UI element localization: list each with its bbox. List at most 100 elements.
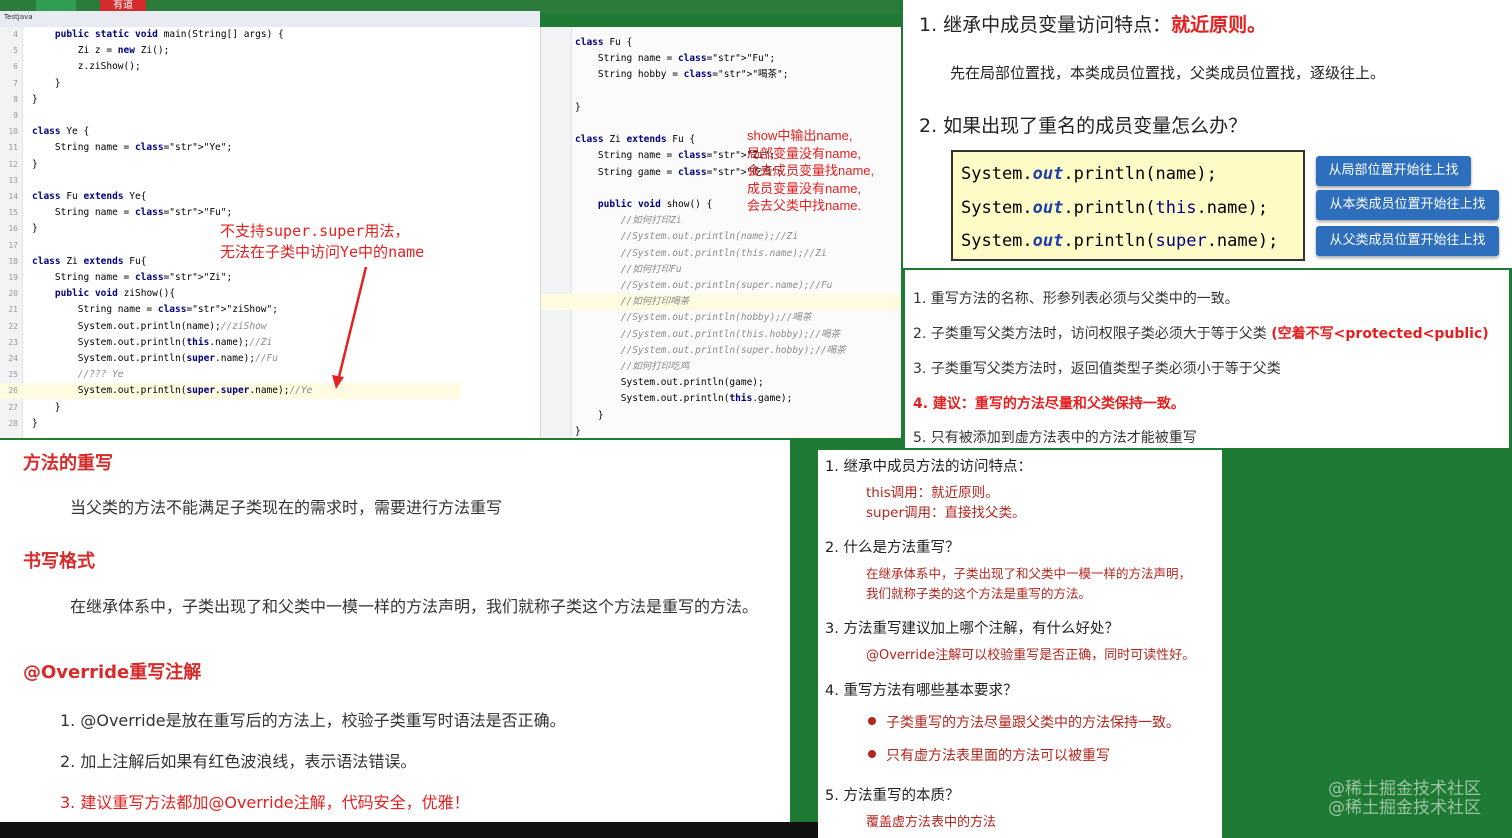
code-line[interactable]: //如何打印喝茶 bbox=[541, 294, 901, 311]
code-line[interactable]: //System.out.println(super.hobby);//喝茶 bbox=[541, 343, 901, 359]
code-line-1: System.out.println(name); bbox=[961, 164, 1217, 184]
code-line[interactable]: String name = class="str">"Fu"; bbox=[541, 51, 901, 67]
code-line[interactable]: 8} bbox=[0, 92, 460, 108]
code-line[interactable]: //System.out.println(this.name);//Zi bbox=[541, 246, 901, 262]
code-line[interactable]: 13 bbox=[0, 173, 460, 189]
code-line[interactable]: 23 System.out.println(this.name);//Zi bbox=[0, 335, 460, 351]
code-line[interactable]: 10 class Ye { bbox=[0, 124, 460, 140]
code-text: String name = class="str">"Ye"; bbox=[32, 142, 233, 154]
this-scope-button[interactable]: 从本类成员位置开始往上找 bbox=[1316, 190, 1499, 220]
code-text: //System.out.println(name);//Zi bbox=[620, 231, 799, 243]
file-tab[interactable]: TestJava bbox=[4, 13, 33, 21]
code-line[interactable]: 24 System.out.println(super.name);//Fu bbox=[0, 351, 460, 367]
local-scope-button[interactable]: 从局部位置开始往上找 bbox=[1316, 156, 1471, 186]
code-line[interactable]: //如何打印吃鸡 bbox=[541, 359, 901, 375]
code-line[interactable]: 28} bbox=[0, 416, 460, 432]
line-number: 24 bbox=[8, 354, 18, 363]
heading-annotation: @Override重写注解 bbox=[23, 662, 202, 683]
code-text: System.out.println(this.name);//Zi bbox=[32, 336, 273, 348]
code-line[interactable]: System.out.println(game); bbox=[541, 375, 901, 391]
code-line[interactable]: class Fu { bbox=[541, 35, 901, 51]
code-line[interactable]: 9 bbox=[0, 108, 460, 124]
super-scope-button[interactable]: 从父类成员位置开始往上找 bbox=[1316, 226, 1499, 256]
code-line[interactable]: 25 //??? Ye bbox=[0, 367, 460, 383]
code-line[interactable]: 11 String name = class="str">"Ye"; bbox=[0, 140, 460, 156]
answer-1a: this调用：就近原则。 bbox=[866, 485, 999, 501]
rule-1: 1. 重写方法的名称、形参列表必须与父类中的一致。 bbox=[913, 291, 1239, 307]
code-text: String name = class="str">"Zi"; bbox=[575, 150, 776, 162]
code-line[interactable]: 7 } bbox=[0, 76, 460, 92]
code-line[interactable]: System.out.println(this.game); bbox=[541, 391, 901, 407]
bottom-bar bbox=[0, 822, 820, 838]
bullet-icon bbox=[868, 717, 876, 725]
annotation-line-2: 无法在子类中访问Ye中的name bbox=[220, 243, 425, 261]
line-number: 5 bbox=[13, 46, 18, 56]
code-line[interactable]: 5 Zi z = new Zi(); bbox=[0, 43, 460, 59]
code-line[interactable]: 22 System.out.println(name);//ziShow bbox=[0, 319, 460, 335]
code-line[interactable]: 27 } bbox=[0, 400, 460, 416]
answer-3: @Override注解可以校验重写是否正确，同时可读性好。 bbox=[866, 648, 1196, 663]
code-line[interactable]: //如何打印Fu bbox=[541, 262, 901, 278]
code-text: } bbox=[575, 425, 581, 437]
code-line[interactable]: String hobby = class="str">"喝茶"; bbox=[541, 67, 901, 83]
code-text: public void ziShow(){ bbox=[54, 288, 176, 300]
code-line[interactable]: } bbox=[541, 408, 901, 424]
code-line[interactable]: 12} bbox=[0, 157, 460, 173]
annotation-line-1: 不支持super.super用法， bbox=[220, 222, 410, 240]
code-line[interactable]: //如何打印Zi bbox=[541, 213, 901, 229]
question-3: 3. 方法重写建议加上哪个注解，有什么好处？ bbox=[825, 621, 1119, 637]
code-text: //System.out.println(super.hobby);//喝茶 bbox=[620, 344, 846, 356]
code-line[interactable]: //System.out.println(this.hobby);//喝茶 bbox=[541, 327, 901, 343]
note-line: 会去父类中找name. bbox=[747, 198, 862, 213]
code-text: } bbox=[575, 101, 581, 113]
heading-format: 书写格式 bbox=[23, 551, 95, 572]
annotation-rule-2: 2. 加上注解后如果有红色波浪线，表示语法错误。 bbox=[60, 752, 417, 771]
code-line[interactable]: 20 public void ziShow(){ bbox=[0, 286, 460, 302]
line-number: 22 bbox=[8, 321, 18, 331]
code-text: //??? Ye bbox=[77, 369, 124, 381]
code-line[interactable]: } bbox=[541, 424, 901, 438]
code-editor-middle[interactable]: class Fu { String name = class="str">"Fu… bbox=[540, 27, 901, 438]
code-text: } bbox=[32, 417, 38, 429]
code-line[interactable]: 26 System.out.println(super.super.name);… bbox=[0, 383, 460, 400]
line-number: 10 bbox=[8, 127, 18, 137]
code-text: System.out.println(name);//ziShow bbox=[32, 320, 267, 332]
code-text: } bbox=[32, 93, 38, 105]
question-5: 5. 方法重写的本质？ bbox=[825, 788, 960, 804]
code-text: class Fu { bbox=[575, 37, 633, 48]
answer-4b: 只有虚方法表里面的方法可以被重写 bbox=[886, 748, 1110, 764]
line-number: 8 bbox=[13, 94, 18, 104]
line-number: 13 bbox=[8, 175, 18, 185]
code-line[interactable]: //System.out.println(name);//Zi bbox=[541, 229, 901, 245]
code-text: System.out.println(game); bbox=[575, 377, 764, 389]
red-arrow-icon bbox=[332, 266, 368, 389]
code-line[interactable] bbox=[541, 84, 901, 100]
code-text: public static void main(String[] args) { bbox=[54, 29, 284, 40]
code-text: System.out.println(super.name);//Fu bbox=[32, 353, 278, 364]
heading-1-text: 1. 继承中成员变量访问特点： bbox=[919, 14, 1172, 36]
code-line[interactable]: } bbox=[541, 100, 901, 116]
code-line[interactable]: 15 String name = class="str">"Fu"; bbox=[0, 205, 460, 221]
heading-override: 方法的重写 bbox=[23, 453, 113, 474]
code-line[interactable]: 19 String name = class="str">"Zi"; bbox=[0, 270, 460, 286]
line-number: 9 bbox=[13, 111, 18, 120]
code-line[interactable]: 6 z.ziShow(); bbox=[0, 59, 460, 75]
note-line: 会去成员变量找name, bbox=[747, 163, 875, 178]
code-line[interactable]: //System.out.println(hobby);//喝茶 bbox=[541, 310, 901, 326]
answer-5: 覆盖虚方法表中的方法 bbox=[866, 815, 997, 830]
code-line[interactable]: 21 String name = class="str">"ziShow"; bbox=[0, 302, 460, 318]
code-editor-left[interactable]: 4 public static void main(String[] args)… bbox=[0, 27, 540, 438]
show-output-note: show中输出name, 局部变量没有name, 会去成员变量找name, 成员变量没… bbox=[747, 127, 874, 215]
code-line[interactable]: 14 class Fu extends Ye{ bbox=[0, 189, 460, 205]
code-text: //如何打印吃鸡 bbox=[620, 361, 690, 372]
line-number: 7 bbox=[13, 78, 18, 88]
code-line[interactable]: 4 public static void main(String[] args)… bbox=[0, 27, 460, 43]
note-line: show中输出name, bbox=[747, 128, 853, 143]
code-line[interactable]: //System.out.println(super.name);//Fu bbox=[541, 278, 901, 294]
code-text: } bbox=[32, 77, 61, 89]
line-number: 18 bbox=[8, 256, 18, 266]
answer-2a: 在继承体系中，子类出现了和父类中一模一样的方法声明， bbox=[866, 566, 1192, 581]
slide-heading-1: 1. 继承中成员变量访问特点：就近原则。 bbox=[919, 10, 1266, 37]
code-text: //如何打印喝茶 bbox=[620, 296, 690, 308]
line-number: 20 bbox=[8, 289, 18, 299]
